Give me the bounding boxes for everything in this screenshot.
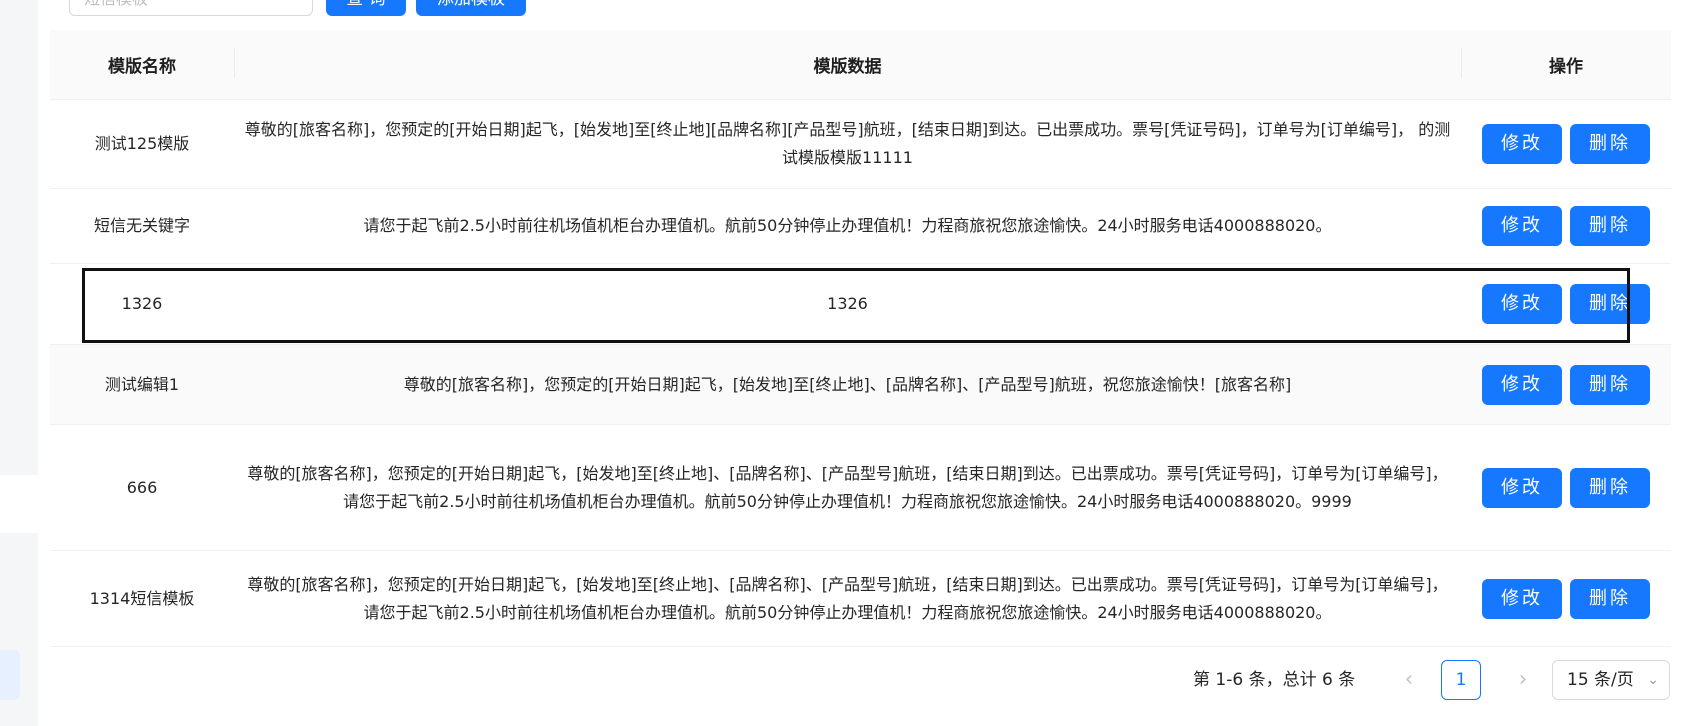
pagination: 第 1-6 条，总计 6 条 ‹ 1 › 15 条/页 ⌄	[38, 660, 1693, 700]
sidebar-block	[0, 475, 38, 533]
edit-button[interactable]: 修改	[1482, 467, 1562, 508]
template-table: 模版名称 模版数据 操作 测试125模版 尊敬的[旅客名称]，您预定的[开始日期…	[50, 30, 1671, 647]
cell-operations: 修改 删除	[1461, 99, 1671, 189]
delete-button[interactable]: 删除	[1570, 124, 1650, 164]
cell-template-name: 测试125模版	[50, 99, 234, 189]
delete-button[interactable]: 删除	[1570, 467, 1650, 508]
cell-template-data: 请您于起飞前2.5小时前往机场值机柜台办理值机。航前50分钟停止办理值机！力程商…	[234, 188, 1461, 264]
cell-template-data: 尊敬的[旅客名称]，您预定的[开始日期]起飞，[始发地]至[终止地]、[品牌名称…	[234, 550, 1461, 647]
table-header-row: 模版名称 模版数据 操作	[50, 30, 1671, 100]
header-operations: 操作	[1461, 30, 1671, 100]
edit-button[interactable]: 修改	[1482, 124, 1562, 164]
query-button[interactable]: 查 询	[326, 0, 406, 16]
header-template-data: 模版数据	[234, 30, 1461, 100]
main-panel: 短信模板 查 询 添加模板 模版名称 模版数据 操作 测试125模版 尊敬的[旅…	[38, 0, 1693, 726]
sidebar-active-item[interactable]	[0, 650, 20, 700]
page-size-select[interactable]: 15 条/页 ⌄	[1552, 660, 1670, 700]
cell-template-data: 尊敬的[旅客名称]，您预定的[开始日期]起飞，[始发地]至[终止地]、[品牌名称…	[234, 424, 1461, 551]
header-template-name: 模版名称	[50, 30, 234, 100]
cell-template-name: 测试编辑1	[50, 344, 234, 425]
table-row: 短信无关键字 请您于起飞前2.5小时前往机场值机柜台办理值机。航前50分钟停止办…	[50, 188, 1671, 264]
pagination-total: 第 1-6 条，总计 6 条	[1193, 670, 1356, 690]
cell-operations: 修改 删除	[1461, 424, 1671, 551]
pagination-page-1[interactable]: 1	[1441, 660, 1481, 700]
cell-operations: 修改 删除	[1461, 550, 1671, 647]
chevron-left-icon[interactable]: ‹	[1394, 660, 1424, 700]
table-row: 测试125模版 尊敬的[旅客名称]，您预定的[开始日期]起飞，[始发地]至[终止…	[50, 99, 1671, 189]
chevron-down-icon: ⌄	[1647, 672, 1659, 688]
table-row: 测试编辑1 尊敬的[旅客名称]，您预定的[开始日期]起飞，[始发地]至[终止地]…	[50, 344, 1671, 425]
page-size-value: 15 条/页	[1567, 670, 1634, 690]
cell-template-data: 1326	[234, 263, 1461, 345]
edit-button[interactable]: 修改	[1482, 364, 1562, 405]
cell-template-data: 尊敬的[旅客名称]，您预定的[开始日期]起飞，[始发地]至[终止地]、[品牌名称…	[234, 344, 1461, 425]
search-input[interactable]: 短信模板	[69, 0, 313, 16]
table-row: 666 尊敬的[旅客名称]，您预定的[开始日期]起飞，[始发地]至[终止地]、[…	[50, 424, 1671, 551]
edit-button[interactable]: 修改	[1482, 284, 1562, 324]
cell-template-name: 短信无关键字	[50, 188, 234, 264]
cell-operations: 修改 删除	[1461, 263, 1671, 345]
chevron-right-icon[interactable]: ›	[1508, 660, 1538, 700]
cell-template-name: 1326	[50, 263, 234, 345]
cell-template-data: 尊敬的[旅客名称]，您预定的[开始日期]起飞，[始发地]至[终止地][品牌名称]…	[234, 99, 1461, 189]
delete-button[interactable]: 删除	[1570, 364, 1650, 405]
cell-template-name: 666	[50, 424, 234, 551]
cell-operations: 修改 删除	[1461, 188, 1671, 264]
table-row: 1314短信模板 尊敬的[旅客名称]，您预定的[开始日期]起飞，[始发地]至[终…	[50, 550, 1671, 647]
sidebar-strip	[0, 0, 39, 726]
table-row: 1326 1326 修改 删除	[50, 263, 1671, 345]
delete-button[interactable]: 删除	[1570, 578, 1650, 619]
edit-button[interactable]: 修改	[1482, 206, 1562, 246]
edit-button[interactable]: 修改	[1482, 578, 1562, 619]
delete-button[interactable]: 删除	[1570, 206, 1650, 246]
cell-operations: 修改 删除	[1461, 344, 1671, 425]
add-template-button[interactable]: 添加模板	[416, 0, 526, 16]
cell-template-name: 1314短信模板	[50, 550, 234, 647]
delete-button[interactable]: 删除	[1570, 284, 1650, 324]
